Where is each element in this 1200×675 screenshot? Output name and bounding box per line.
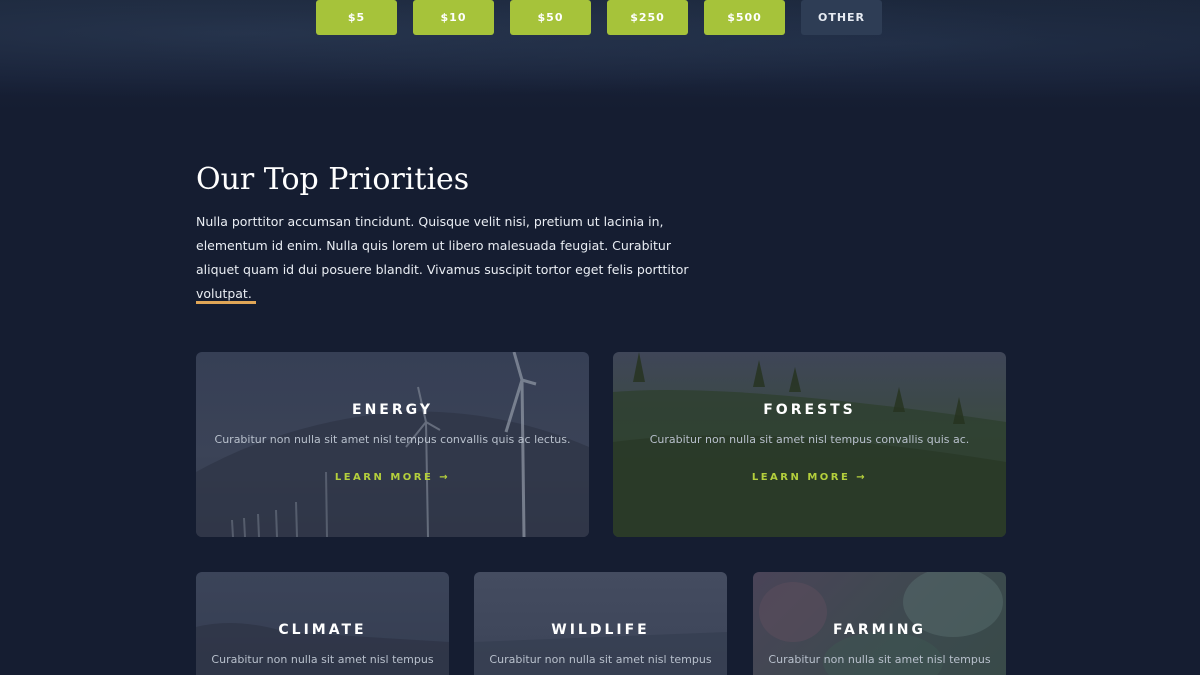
- learn-more-link[interactable]: LEARN MORE →: [613, 472, 1006, 483]
- amount-button-250[interactable]: $250: [607, 0, 688, 35]
- amount-button-other[interactable]: OTHER: [801, 0, 882, 35]
- heading-divider: [196, 301, 256, 304]
- card-description: Curabitur non nulla sit amet nisl tempus: [489, 653, 712, 666]
- card-description: Curabitur non nulla sit amet nisl tempus…: [214, 433, 571, 446]
- section-description: Nulla porttitor accumsan tincidunt. Quis…: [196, 214, 689, 301]
- card-title: ENERGY: [352, 402, 433, 418]
- card-title: WILDLIFE: [551, 622, 650, 638]
- amount-button-10[interactable]: $10: [413, 0, 494, 35]
- amount-button-50[interactable]: $50: [510, 0, 591, 35]
- amount-button-5[interactable]: $5: [316, 0, 397, 35]
- donation-amounts: $5 $10 $50 $250 $500 OTHER: [316, 0, 882, 35]
- learn-more-link[interactable]: LEARN MORE →: [196, 472, 589, 483]
- card-forests[interactable]: FORESTS Curabitur non nulla sit amet nis…: [613, 352, 1006, 537]
- card-climate[interactable]: CLIMATE Curabitur non nulla sit amet nis…: [196, 572, 449, 675]
- card-description: Curabitur non nulla sit amet nisl tempus: [211, 653, 434, 666]
- card-energy[interactable]: ENERGY Curabitur non nulla sit amet nisl…: [196, 352, 589, 537]
- card-title: FORESTS: [763, 402, 856, 418]
- card-farming[interactable]: FARMING Curabitur non nulla sit amet nis…: [753, 572, 1006, 675]
- amount-button-500[interactable]: $500: [704, 0, 785, 35]
- card-title: CLIMATE: [278, 622, 367, 638]
- card-description: Curabitur non nulla sit amet nisl tempus…: [649, 433, 970, 446]
- section-heading: Our Top Priorities: [196, 162, 470, 197]
- card-title: FARMING: [833, 622, 926, 638]
- card-wildlife[interactable]: WILDLIFE Curabitur non nulla sit amet ni…: [474, 572, 727, 675]
- page: $5 $10 $50 $250 $500 OTHER Our Top Prior…: [0, 0, 1200, 675]
- card-description: Curabitur non nulla sit amet nisl tempus: [768, 653, 991, 666]
- priorities-intro: Our Top Priorities Nulla porttitor accum…: [196, 158, 716, 306]
